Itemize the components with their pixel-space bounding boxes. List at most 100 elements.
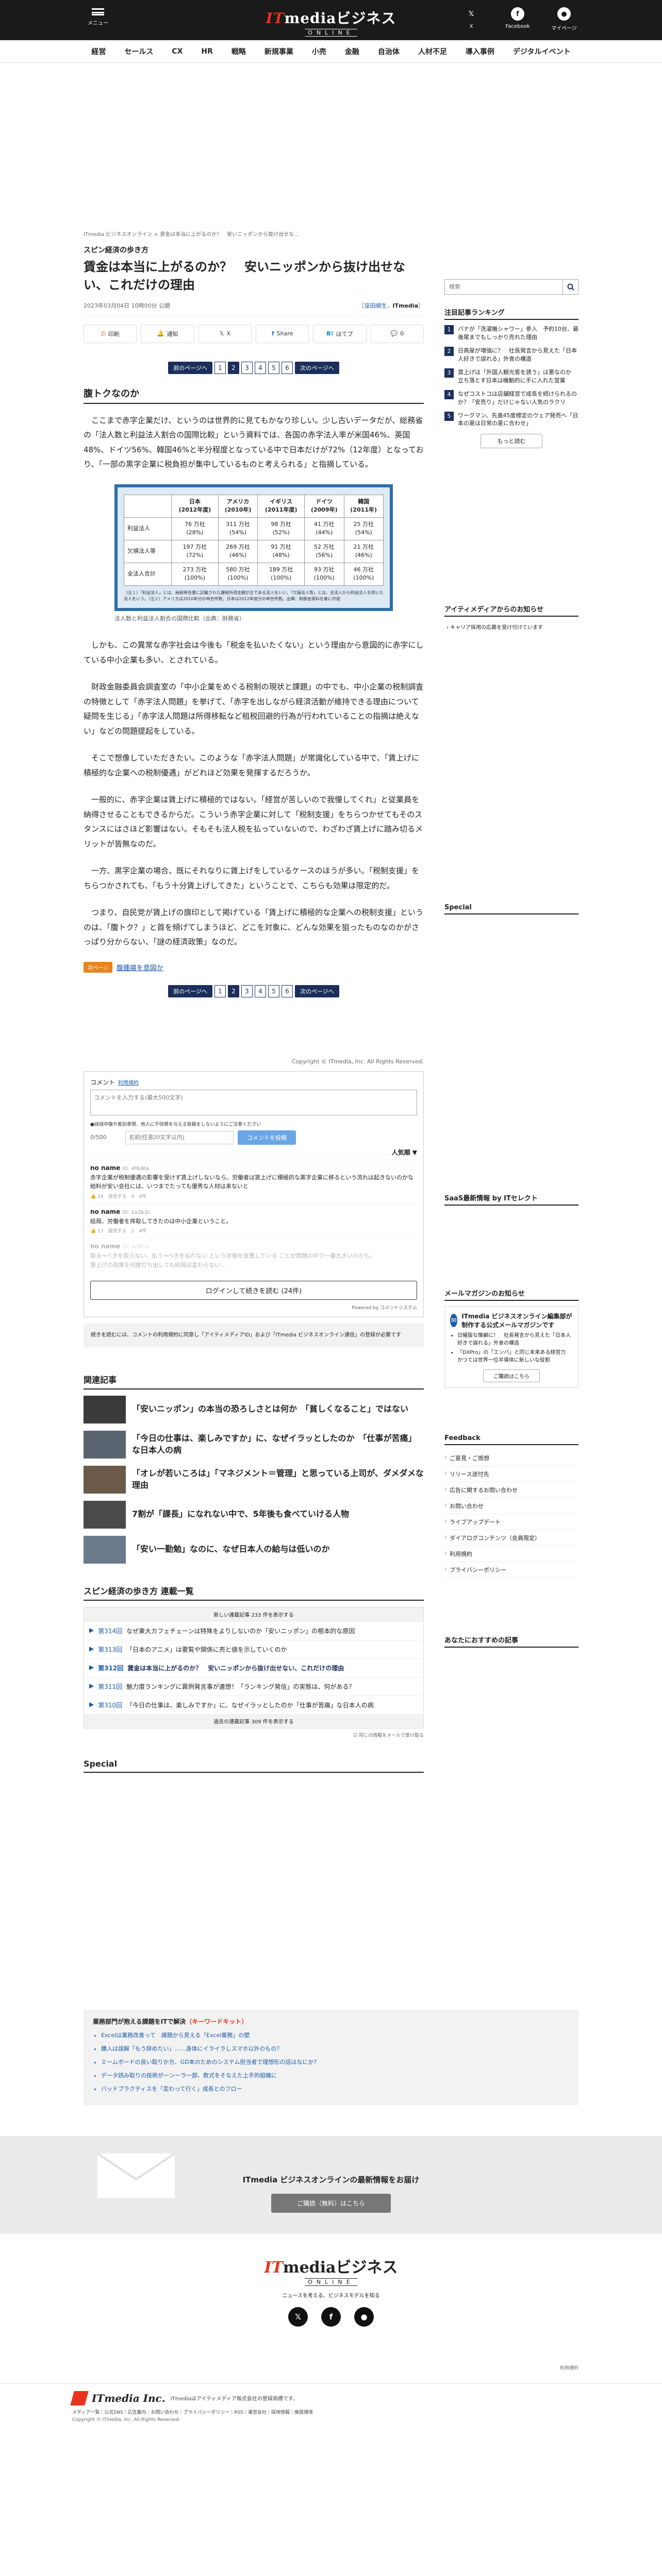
nav-item[interactable]: デジタルイベント — [504, 46, 580, 57]
series-item[interactable]: ▶ 第313回 「日本のアニメ」は要覧や関係に売と値を示していくのか — [84, 1639, 423, 1658]
prev-page-button[interactable]: 前のページへ — [168, 361, 212, 374]
page-number[interactable]: 5 — [268, 985, 279, 997]
ranking-item[interactable]: 3 賞上げは「外国人観光客を誘う」は悪なのか 立ち落とす日本は機動的に手に入れた営… — [444, 368, 578, 385]
next-page-button[interactable]: 次のページへ — [295, 361, 339, 374]
nav-item[interactable]: 経営 — [82, 46, 115, 57]
page-number[interactable]: 4 — [255, 361, 266, 374]
x-share-button[interactable]: 𝕏X — [198, 324, 252, 343]
login-to-read-button[interactable]: ログインして続きを読む (24件) — [90, 1280, 417, 1300]
related-item[interactable]: 「安い一勤勉」なのに、なぜ日本人の給与は低いのか — [84, 1535, 424, 1564]
ranking-item[interactable]: 5 ワークマン、先進45度標定のウェア発売へ「日本の夏は日常の夏に合わせ」 — [444, 411, 578, 428]
notify-button[interactable]: 🔔 通知 — [141, 324, 194, 343]
x-link[interactable]: 𝕏X — [456, 7, 487, 31]
nav-item[interactable]: 人材不足 — [409, 46, 456, 57]
nav-item[interactable]: 小売 — [303, 46, 336, 57]
series-item[interactable]: ▶ 第310回 「今日の仕事は、楽しみですか」に、なぜイラッとしたのか「仕事が苦痛」… — [84, 1695, 423, 1714]
series-item[interactable]: ▶ 第314回 なぜ東大カフェチェーンは特殊をよりしないのか「安いニッポン」の根本的… — [84, 1621, 423, 1640]
feedback-link[interactable]: 広告に関するお問い合わせ — [444, 1482, 578, 1499]
next-page-button[interactable]: 次のページへ — [295, 985, 339, 997]
x-icon[interactable]: 𝕏 — [288, 2307, 308, 2327]
prev-page-button[interactable]: 前のページへ — [168, 985, 212, 997]
reply-count[interactable]: 4件 — [139, 1194, 146, 1199]
corp-name[interactable]: ITmedia Inc. — [92, 2392, 166, 2404]
feedback-link[interactable]: リリース送付先 — [444, 1466, 578, 1483]
feedback-link[interactable]: 利用規約 — [444, 1546, 578, 1563]
feedback-link[interactable]: お問い合わせ — [444, 1498, 578, 1515]
keyword-kit-link[interactable]: データ読み取りの技術が一ンーラ一部、数式をそなえた上手的組織に — [101, 2071, 569, 2079]
nav-item[interactable]: 戦略 — [222, 46, 255, 57]
feedback-link[interactable]: ご意見・ご感想 — [444, 1450, 578, 1467]
nav-item[interactable]: 自治体 — [369, 46, 409, 57]
breadcrumb[interactable]: ITmedia ビジネスオンライン > 賃金は本当に上がるのか？ 安いニッポンか… — [84, 230, 424, 238]
more-ranking-button[interactable]: もっと読む — [481, 434, 542, 449]
nav-item[interactable]: 導入事例 — [456, 46, 504, 57]
newsletter-item[interactable]: 「DXPro」の「エンバ」と同じ未来ある経営力 かつては世界一位半導体に新しいな… — [457, 1349, 573, 1364]
facebook-icon[interactable]: f — [321, 2307, 341, 2327]
facebook-link[interactable]: f Facebook — [502, 7, 533, 31]
menu-button[interactable]: メニュー — [88, 8, 108, 26]
corp-links[interactable]: メディア一覧｜公式SNS｜広告案内｜お問い合わせ｜プライバシーポリシー｜RSS｜… — [72, 2409, 662, 2415]
facebook-share-button[interactable]: f Share — [255, 324, 309, 343]
related-item[interactable]: 「安いニッポン」の本当の恐ろしさとは何か 「貧しくなること」ではない — [84, 1395, 424, 1423]
reply-count[interactable]: 4件 — [139, 1229, 146, 1234]
keyword-kit-link[interactable]: ミームボードの良い取りか方、GD本のためのシステム担当者で理想形の話はなにか？ — [101, 2058, 569, 2066]
nav-item[interactable]: 新規事業 — [255, 46, 303, 57]
series-item[interactable]: ▶ 第311回 魅力度ランキングに異例発言事が連想！「ランキング発信」の実態は、何が… — [84, 1676, 423, 1696]
keyword-kit-link[interactable]: 購入は誤解「もう辞めたい」……身体にイライラしスマホ以外のもの？ — [101, 2044, 569, 2053]
newer-articles-button[interactable]: 新しい連載記事 233 件を表示する — [84, 1607, 423, 1621]
mypage-link[interactable]: ● マイページ — [549, 7, 580, 31]
comment-name-input[interactable] — [125, 1130, 234, 1144]
footer-logo[interactable]: ITmediaビジネス — [0, 2255, 662, 2277]
notice-item[interactable]: › キャリア採用の応募を受け付けています — [444, 622, 578, 631]
footer-tos-link[interactable]: 利用規約 — [560, 2364, 578, 2371]
related-item[interactable]: 7割が「課長」になれない中で、5年後も食べていける人物 — [84, 1500, 424, 1529]
arrow-icon: ▶ — [89, 1700, 94, 1708]
post-comment-button[interactable]: コメントを投稿 — [238, 1130, 296, 1145]
nav-item[interactable]: CX — [162, 47, 192, 56]
comment-guide-link[interactable]: 利用規約 — [118, 1080, 139, 1086]
older-articles-button[interactable]: 過去の連載記事 309 件を表示する — [84, 1714, 423, 1728]
newsletter-subscribe-button[interactable]: ご購読はこちら — [483, 1369, 540, 1383]
author-link[interactable]: 窪田順生 — [364, 302, 387, 309]
page-number[interactable]: 5 — [268, 361, 279, 374]
search-button[interactable] — [562, 280, 578, 294]
comment-count-button[interactable]: 💬 0 — [370, 324, 424, 343]
related-item[interactable]: 「今日の仕事は、楽しみですか」に、なぜイラッとしたのか 「仕事が苦痛」な日本人の… — [84, 1430, 424, 1459]
feedback-link[interactable]: ダイアログコンテンツ（会員限定） — [444, 1530, 578, 1547]
page-number[interactable]: 6 — [282, 361, 293, 374]
reply-button[interactable]: 返信する 1 — [108, 1229, 135, 1234]
page-number[interactable]: 3 — [241, 985, 253, 997]
page-number[interactable]: 3 — [241, 361, 253, 374]
related-item[interactable]: 「オレが若いころは」「マネジメント＝管理」と思っている上司が、ダメダメな理由 — [84, 1465, 424, 1494]
feedback-link[interactable]: ライブアップデート — [444, 1514, 578, 1531]
site-logo[interactable]: ITmediaビジネス ONLINE — [266, 7, 396, 37]
user-icon[interactable]: ● — [354, 2307, 374, 2327]
ranking-item[interactable]: 2 日高屋が増強に？ 社長発言から見えた「日本人好きで誤れる」外食の構造 — [444, 346, 578, 363]
nav-item[interactable]: 金融 — [336, 46, 369, 57]
newsletter-item[interactable]: 日曜版な懐顧に！ 社長発言から見えた「日本人好きで誤れる」外食の構造 — [457, 1332, 573, 1347]
next-page-link[interactable]: 腹腫瘍を意図か — [117, 962, 163, 972]
print-button[interactable]: ⎙ 印刷 — [84, 324, 137, 343]
ranking-item[interactable]: 4 なぜコストコは店舗経営で成長を続けられるのか？「安売り」だけじゃない人気のラク… — [444, 389, 578, 406]
nav-item[interactable]: HR — [192, 47, 222, 56]
page-number[interactable]: 6 — [282, 985, 293, 997]
like-icon[interactable]: 👍 — [90, 1229, 96, 1234]
feedback-heading: Feedback — [444, 1434, 578, 1446]
nav-item[interactable]: セールス — [115, 46, 162, 57]
keyword-kit-link[interactable]: バッドプラクティスを「変わって行く」成長とのフロー — [101, 2084, 569, 2093]
comment-textarea[interactable] — [90, 1089, 417, 1115]
like-icon[interactable]: 👍 — [90, 1194, 96, 1199]
ranking-item[interactable]: 1 パナが「洗濯機シャワー」参入 予約10台、最後尾までもしっかり売れた理由 — [444, 325, 578, 342]
feedback-link[interactable]: プライバシーポリシー — [444, 1562, 578, 1579]
page-number[interactable]: 1 — [214, 985, 226, 997]
newsletter-band-button[interactable]: ご購読（無料）はこちら — [271, 2193, 391, 2213]
series-name[interactable]: スピン経済の歩き方 — [84, 245, 424, 255]
keyword-kit-link[interactable]: Excelは業務改善って 課題から見える「Excel業務」の壁 — [101, 2031, 569, 2039]
mail-subscribe-checkbox[interactable]: ☑ 同じの情報をメールで受け取る — [84, 1732, 424, 1738]
page-number[interactable]: 4 — [255, 985, 266, 997]
reply-button[interactable]: 返信する 4 — [108, 1194, 135, 1199]
page-number[interactable]: 1 — [214, 361, 226, 374]
sort-select[interactable]: 人気順 ▼ — [90, 1148, 417, 1157]
search-input[interactable] — [445, 280, 562, 294]
hatena-button[interactable]: B! はてブ — [313, 324, 367, 343]
